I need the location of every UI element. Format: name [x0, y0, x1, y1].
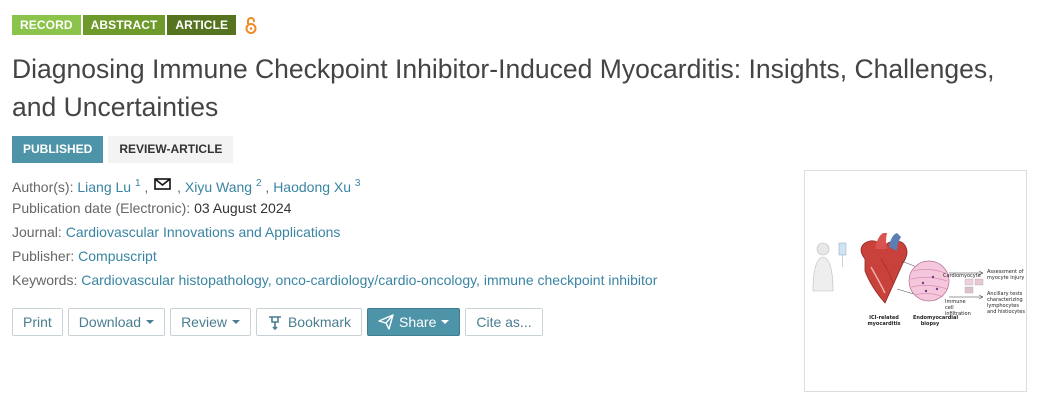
author-separator: , [177, 179, 181, 195]
author-link[interactable]: Haodong Xu [273, 179, 351, 195]
pubdate-value: 03 August 2024 [194, 200, 292, 216]
article-title: Diagnosing Immune Checkpoint Inhibitor-I… [12, 54, 995, 122]
pubdate-line: Publication date (Electronic): 03 August… [12, 196, 657, 220]
graphical-abstract-illustration [812, 233, 984, 304]
author-separator: , [144, 179, 149, 195]
figure-label-ici: ICI-related myocarditis [867, 315, 901, 327]
cite-button[interactable]: Cite as... [465, 308, 543, 336]
journal-link[interactable]: Cardiovascular Innovations and Applicati… [66, 224, 341, 240]
print-button[interactable]: Print [12, 308, 63, 336]
figure-label-ancillary: Ancillary tests characterizing lymphocyt… [987, 291, 1025, 315]
author-link[interactable]: Liang Lu [77, 179, 131, 195]
figure-label-assessment: Assessment of myocyte injury [987, 269, 1025, 281]
download-label: Download [78, 314, 142, 330]
bookmark-label: Bookmark [287, 314, 351, 330]
published-badge: PUBLISHED [12, 136, 104, 163]
share-button[interactable]: Share [367, 308, 461, 336]
type-badges: RECORD ABSTRACT ARTICLE [12, 15, 258, 35]
author-link[interactable]: Xiyu Wang [185, 179, 252, 195]
article-badge: ARTICLE [167, 15, 237, 35]
figure-label-cardiomyocyte: Cardiomyocyte [943, 273, 981, 279]
publisher-label: Publisher: [12, 248, 75, 264]
review-label: Review [181, 314, 227, 330]
print-label: Print [23, 314, 52, 330]
record-badge: RECORD [12, 15, 81, 35]
publisher-link[interactable]: Compuscript [78, 248, 157, 264]
chevron-down-icon [146, 320, 155, 324]
keywords-links[interactable]: Cardiovascular histopathology, onco-card… [81, 272, 657, 288]
mail-icon[interactable] [154, 173, 172, 190]
download-button[interactable]: Download [67, 308, 166, 336]
article-metadata: Author(s): Liang Lu 1 , , Xiyu Wang 2 , … [12, 172, 657, 292]
author-separator: , [265, 179, 270, 195]
chevron-down-icon [231, 320, 240, 324]
bookmark-button[interactable]: Bookmark [255, 308, 362, 336]
review-button[interactable]: Review [170, 308, 251, 336]
authors-line: Author(s): Liang Lu 1 , , Xiyu Wang 2 , … [12, 172, 657, 196]
author-affiliation: 2 [255, 178, 262, 189]
graphical-abstract-thumbnail[interactable]: Cardiomyocyte Immune cell infiltration I… [804, 170, 1027, 392]
status-row: PUBLISHED REVIEW-ARTICLE [12, 136, 234, 163]
author-affiliation: 1 [134, 178, 141, 189]
journal-line: Journal: Cardiovascular Innovations and … [12, 220, 657, 244]
figure-label-biopsy: Endomyocardial biopsy [913, 315, 959, 327]
keywords-line: Keywords: Cardiovascular histopathology,… [12, 268, 657, 292]
journal-label: Journal: [12, 224, 62, 240]
cite-label: Cite as... [476, 314, 532, 330]
keywords-label: Keywords: [12, 272, 78, 288]
send-icon [378, 314, 394, 330]
abstract-badge: ABSTRACT [82, 15, 166, 35]
open-access-icon [244, 15, 258, 35]
chevron-down-icon [441, 320, 450, 324]
publisher-line: Publisher: Compuscript [12, 244, 657, 268]
article-type-badge: REVIEW-ARTICLE [108, 136, 234, 163]
bookmark-icon [267, 314, 283, 331]
pubdate-label: Publication date (Electronic): [12, 200, 191, 216]
action-toolbar: Print Download Review Bookmark Share Cit… [12, 308, 543, 336]
authors-label: Author(s): [12, 179, 74, 195]
share-label: Share [399, 314, 437, 330]
author-affiliation: 3 [354, 178, 361, 189]
